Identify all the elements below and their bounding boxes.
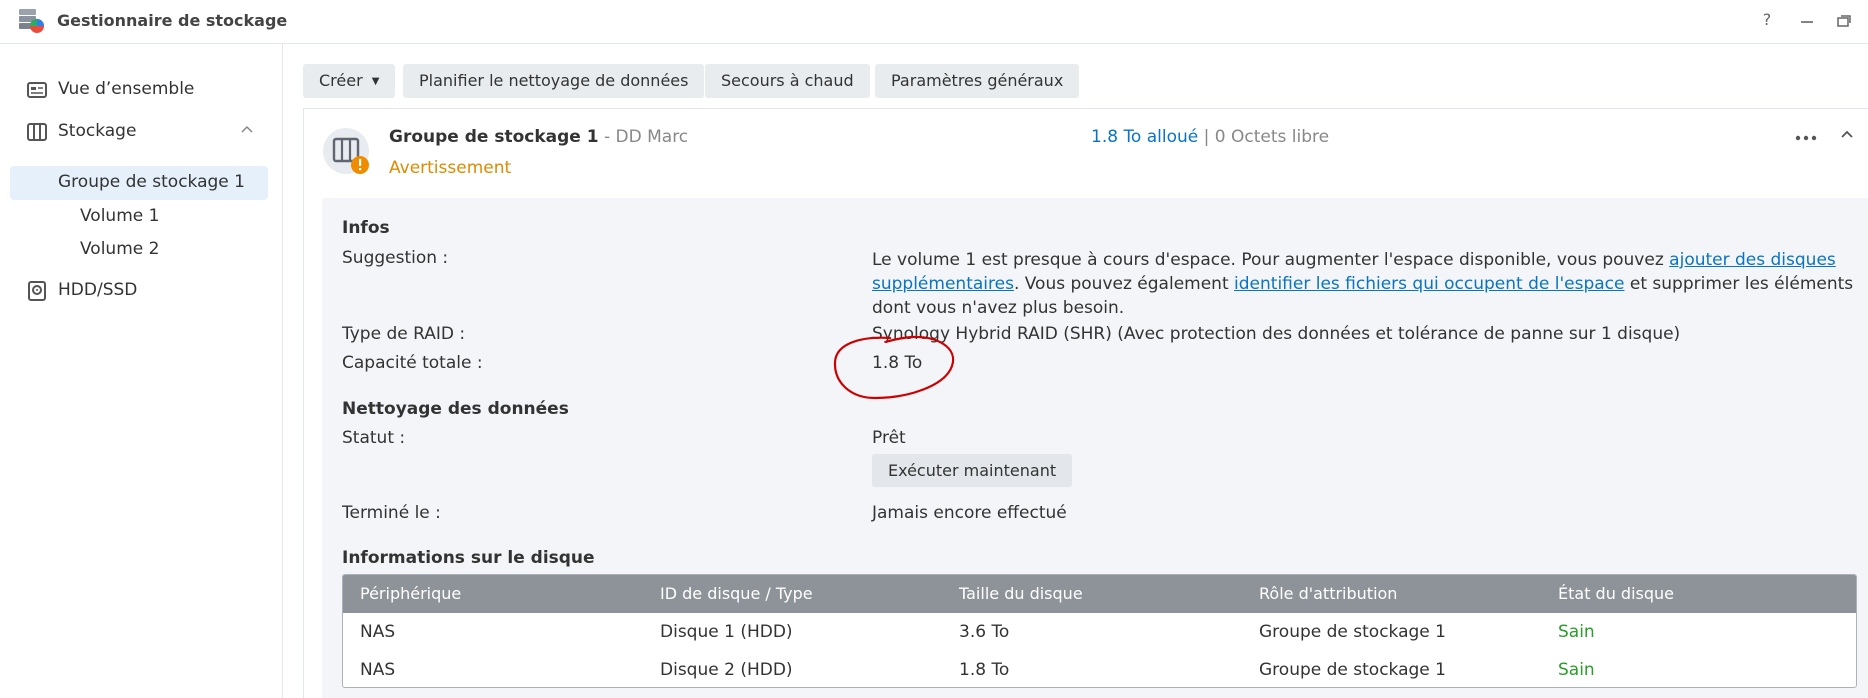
sidebar-item-label: Vue d’ensemble	[58, 79, 195, 99]
create-button-label: Créer	[319, 71, 363, 90]
free-size: 0 Octets libre	[1214, 127, 1330, 147]
storage-pool-name: Groupe de stockage 1	[389, 127, 599, 147]
column-header-disk-size[interactable]: Taille du disque	[959, 584, 1083, 603]
table-cell: 3.6 To	[959, 622, 1010, 642]
sidebar-item-label: Stockage	[58, 121, 137, 141]
sidebar-item-storage[interactable]: Stockage	[0, 114, 283, 150]
suggestion-text-part: . Vous pouvez également	[1013, 274, 1235, 294]
table-row[interactable]: NAS Disque 2 (HDD) 1.8 To Groupe de stoc…	[343, 651, 1856, 687]
hdd-icon	[28, 281, 46, 301]
table-row[interactable]: NAS Disque 1 (HDD) 3.6 To Groupe de stoc…	[343, 613, 1856, 651]
column-header-role[interactable]: Rôle d'attribution	[1259, 584, 1397, 603]
table-cell: 1.8 To	[959, 660, 1010, 680]
sidebar-item-label: Volume 1	[80, 206, 160, 226]
table-cell: NAS	[360, 660, 396, 680]
identify-files-link[interactable]: identifier les fichiers qui occupent de …	[1234, 274, 1624, 294]
total-capacity-value: 1.8 To	[872, 353, 923, 373]
general-settings-button[interactable]: Paramètres généraux	[875, 64, 1080, 98]
raid-type-label: Type de RAID :	[342, 324, 466, 344]
finished-value: Jamais encore effectué	[872, 503, 1067, 523]
schedule-scrubbing-button[interactable]: Planifier le nettoyage de données	[403, 64, 705, 98]
help-icon[interactable]: ?	[1757, 10, 1777, 29]
suggestion-label: Suggestion :	[342, 248, 449, 268]
create-dropdown-button[interactable]: Créer ▼	[303, 64, 396, 98]
status-badge: Avertissement	[389, 158, 512, 178]
table-header: Périphérique ID de disque / Type Taille …	[343, 575, 1856, 613]
caret-down-icon: ▼	[371, 76, 380, 87]
sidebar-item-hdd-ssd[interactable]: HDD/SSD	[0, 273, 283, 309]
chevron-up-icon[interactable]	[241, 124, 253, 136]
title-bar: Gestionnaire de stockage ?	[0, 0, 1868, 44]
storage-icon	[27, 123, 47, 141]
column-header-disk-status[interactable]: État du disque	[1558, 584, 1674, 603]
disk-status-cell: Sain	[1558, 622, 1595, 642]
table-cell: Groupe de stockage 1	[1259, 622, 1446, 642]
separator: |	[1198, 127, 1215, 147]
more-options-icon[interactable]	[1795, 135, 1817, 141]
sidebar-item-volume-1[interactable]: Volume 1	[10, 200, 268, 234]
restore-icon[interactable]	[1834, 13, 1854, 29]
allocation-summary: 1.8 To alloué | 0 Octets libre	[1091, 127, 1329, 147]
suggestion-text-part: Le volume 1 est presque à cours d'espace…	[872, 250, 1670, 270]
storage-pool-warning-icon	[323, 128, 369, 174]
infos-section-title: Infos	[342, 218, 390, 238]
sidebar-item-overview[interactable]: Vue d’ensemble	[0, 72, 283, 108]
sidebar: Vue d’ensemble Stockage Groupe de stocka…	[0, 44, 283, 698]
sidebar-item-label: HDD/SSD	[58, 280, 138, 300]
sidebar-item-volume-2[interactable]: Volume 2	[10, 233, 268, 267]
raid-type-value: Synology Hybrid RAID (SHR) (Avec protect…	[872, 324, 1681, 344]
table-cell: Disque 1 (HDD)	[660, 622, 793, 642]
disk-status-cell: Sain	[1558, 660, 1595, 680]
hot-spare-button[interactable]: Secours à chaud	[705, 64, 870, 98]
storage-manager-app-icon	[19, 9, 44, 33]
allocated-size: 1.8 To alloué	[1091, 127, 1199, 147]
table-cell: Disque 2 (HDD)	[660, 660, 793, 680]
disk-info-section-title: Informations sur le disque	[342, 548, 595, 568]
run-now-button[interactable]: Exécuter maintenant	[872, 454, 1073, 487]
table-cell: NAS	[360, 622, 396, 642]
storage-pool-owner: - DD Marc	[598, 127, 689, 147]
suggestion-text: Le volume 1 est presque à cours d'espace…	[872, 248, 1862, 320]
sidebar-item-label: Groupe de stockage 1	[58, 172, 245, 192]
app-title: Gestionnaire de stockage	[57, 11, 288, 30]
column-header-disk-id[interactable]: ID de disque / Type	[660, 584, 813, 603]
disk-table: Périphérique ID de disque / Type Taille …	[342, 574, 1857, 688]
scrubbing-status-value: Prêt	[872, 428, 906, 448]
column-header-device[interactable]: Périphérique	[360, 584, 461, 603]
sidebar-item-storage-pool-1[interactable]: Groupe de stockage 1	[10, 166, 268, 200]
table-cell: Groupe de stockage 1	[1259, 660, 1446, 680]
overview-icon	[27, 82, 47, 98]
collapse-chevron-up-icon[interactable]	[1840, 128, 1854, 142]
sidebar-item-label: Volume 2	[80, 239, 160, 259]
minimize-icon[interactable]	[1797, 14, 1817, 30]
scrubbing-status-label: Statut :	[342, 428, 406, 448]
scrubbing-section-title: Nettoyage des données	[342, 399, 569, 419]
storage-pool-title: Groupe de stockage 1 - DD Marc	[389, 127, 688, 147]
total-capacity-label: Capacité totale :	[342, 353, 483, 373]
finished-label: Terminé le :	[342, 503, 441, 523]
